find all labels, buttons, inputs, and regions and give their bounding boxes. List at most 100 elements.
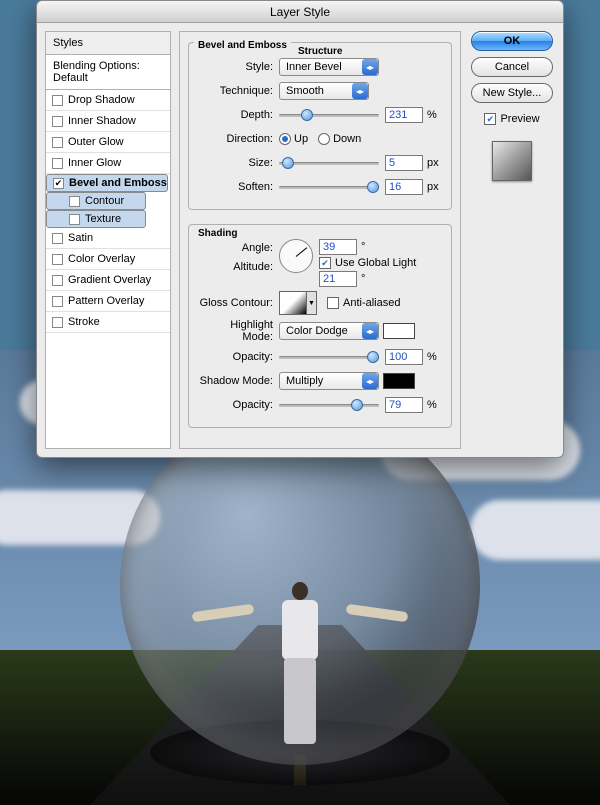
new-style-button[interactable]: New Style... xyxy=(471,83,553,103)
style-checkbox[interactable] xyxy=(52,296,63,307)
soften-label: Soften: xyxy=(197,181,279,193)
style-checkbox[interactable] xyxy=(69,196,80,207)
style-item-gradient-overlay[interactable]: Gradient Overlay xyxy=(46,270,170,291)
technique-label: Technique: xyxy=(197,85,279,97)
shadow-color-swatch[interactable] xyxy=(383,373,415,389)
h-opacity-unit: % xyxy=(427,351,437,363)
direction-down-radio[interactable] xyxy=(318,133,330,145)
style-checkbox[interactable] xyxy=(52,233,63,244)
highlight-color-swatch[interactable] xyxy=(383,323,415,339)
gloss-contour-swatch[interactable] xyxy=(279,291,307,315)
angle-unit: ° xyxy=(361,241,365,253)
style-item-label: Bevel and Emboss xyxy=(69,177,167,189)
settings-panel: Bevel and Emboss Structure Style: Inner … xyxy=(179,31,461,449)
dropdown-icon: ◂▸ xyxy=(362,373,378,389)
highlight-mode-select[interactable]: Color Dodge ◂▸ xyxy=(279,322,379,340)
depth-input[interactable]: 231 xyxy=(385,107,423,123)
style-item-label: Drop Shadow xyxy=(68,94,164,106)
altitude-input[interactable]: 21 xyxy=(319,271,357,287)
style-checkbox[interactable] xyxy=(52,158,63,169)
global-light-checkbox[interactable]: ✔ xyxy=(319,257,331,269)
shadow-opacity-input[interactable]: 79 xyxy=(385,397,423,413)
anti-aliased-label: Anti-aliased xyxy=(343,297,400,309)
angle-label: Angle: xyxy=(197,239,273,261)
style-item-label: Pattern Overlay xyxy=(68,295,164,307)
style-select[interactable]: Inner Bevel◂▸ xyxy=(279,58,379,76)
style-item-label: Outer Glow xyxy=(68,136,164,148)
depth-label: Depth: xyxy=(197,109,279,121)
soften-unit: px xyxy=(427,181,439,193)
up-label: Up xyxy=(294,133,308,145)
style-item-label: Texture xyxy=(85,213,145,225)
style-checkbox[interactable] xyxy=(69,214,80,225)
ok-button[interactable]: OK xyxy=(471,31,553,51)
angle-input[interactable]: 39 xyxy=(319,239,357,255)
preview-checkbox[interactable]: ✔ xyxy=(484,113,496,125)
soften-input[interactable]: 16 xyxy=(385,179,423,195)
style-checkbox[interactable] xyxy=(52,275,63,286)
dialog-titlebar[interactable]: Layer Style xyxy=(37,1,563,23)
highlight-mode-label: Highlight Mode: xyxy=(197,319,279,343)
style-item-color-overlay[interactable]: Color Overlay xyxy=(46,249,170,270)
style-checkbox[interactable] xyxy=(52,254,63,265)
gloss-contour-dropdown[interactable]: ▼ xyxy=(307,291,317,315)
style-checkbox[interactable] xyxy=(52,95,63,106)
style-value: Inner Bevel xyxy=(286,61,342,73)
panel-title: Bevel and Emboss xyxy=(194,40,291,51)
style-label: Style: xyxy=(197,61,279,73)
style-item-outer-glow[interactable]: Outer Glow xyxy=(46,132,170,153)
style-item-inner-glow[interactable]: Inner Glow xyxy=(46,153,170,174)
direction-up-radio[interactable] xyxy=(279,133,291,145)
style-checkbox[interactable] xyxy=(52,137,63,148)
shadow-mode-label: Shadow Mode: xyxy=(197,375,279,387)
size-unit: px xyxy=(427,157,439,169)
structure-fieldset: Style: Inner Bevel◂▸ Technique: Smooth◂▸… xyxy=(188,42,452,210)
styles-header[interactable]: Styles xyxy=(46,32,170,55)
style-item-label: Satin xyxy=(68,232,164,244)
shadow-opacity-slider[interactable] xyxy=(279,398,379,412)
shadow-mode-select[interactable]: Multiply◂▸ xyxy=(279,372,379,390)
global-light-label: Use Global Light xyxy=(335,257,416,269)
style-checkbox[interactable] xyxy=(52,116,63,127)
style-item-contour[interactable]: Contour xyxy=(46,192,146,210)
style-item-bevel-and-emboss[interactable]: ✔ Bevel and Emboss xyxy=(46,174,168,192)
gloss-contour-label: Gloss Contour: xyxy=(197,297,279,309)
highlight-opacity-label: Opacity: xyxy=(197,351,279,363)
highlight-opacity-slider[interactable] xyxy=(279,350,379,364)
depth-unit: % xyxy=(427,109,437,121)
dropdown-icon: ◂▸ xyxy=(362,323,378,339)
structure-legend: Structure xyxy=(294,46,346,57)
blending-options-item[interactable]: Blending Options: Default xyxy=(46,55,170,90)
style-checkbox[interactable] xyxy=(52,317,63,328)
preview-swatch xyxy=(492,141,532,181)
shading-fieldset: Angle: Altitude: 39° ✔Use Global Light 2… xyxy=(188,224,452,428)
style-item-label: Color Overlay xyxy=(68,253,164,265)
soften-slider[interactable] xyxy=(279,180,379,194)
cancel-button[interactable]: Cancel xyxy=(471,57,553,77)
style-item-label: Gradient Overlay xyxy=(68,274,164,286)
style-item-label: Inner Glow xyxy=(68,157,164,169)
dialog-buttons: OK Cancel New Style... ✔ Preview xyxy=(469,31,555,449)
technique-select[interactable]: Smooth◂▸ xyxy=(279,82,369,100)
person xyxy=(240,570,360,745)
style-item-inner-shadow[interactable]: Inner Shadow xyxy=(46,111,170,132)
shadow-opacity-label: Opacity: xyxy=(197,399,279,411)
style-item-texture[interactable]: Texture xyxy=(46,210,146,228)
shading-legend: Shading xyxy=(194,228,241,239)
highlight-mode-value: Color Dodge xyxy=(286,325,348,337)
size-slider[interactable] xyxy=(279,156,379,170)
style-checkbox[interactable]: ✔ xyxy=(53,178,64,189)
style-item-stroke[interactable]: Stroke xyxy=(46,312,170,333)
size-label: Size: xyxy=(197,157,279,169)
style-item-satin[interactable]: Satin xyxy=(46,228,170,249)
highlight-opacity-input[interactable]: 100 xyxy=(385,349,423,365)
direction-label: Direction: xyxy=(197,133,279,145)
style-item-pattern-overlay[interactable]: Pattern Overlay xyxy=(46,291,170,312)
anti-aliased-checkbox[interactable] xyxy=(327,297,339,309)
size-input[interactable]: 5 xyxy=(385,155,423,171)
altitude-unit: ° xyxy=(361,273,365,285)
style-item-drop-shadow[interactable]: Drop Shadow xyxy=(46,90,170,111)
technique-value: Smooth xyxy=(286,85,324,97)
angle-dial[interactable] xyxy=(279,239,313,273)
depth-slider[interactable] xyxy=(279,108,379,122)
